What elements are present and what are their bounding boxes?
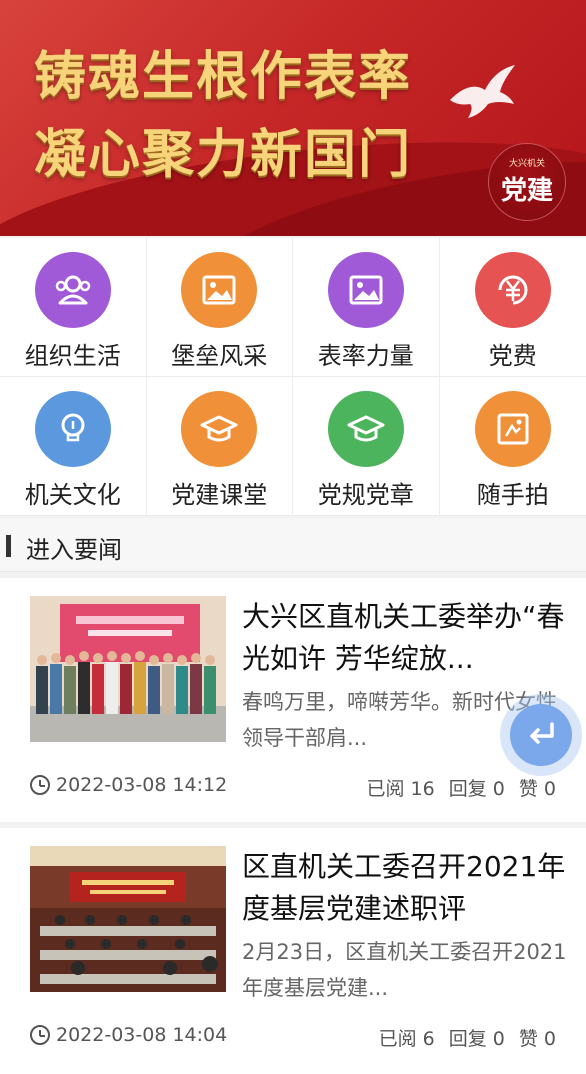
grid-item-party-dues[interactable]: 党费 — [439, 238, 586, 377]
category-grid: 组织生活 堡垒风采 表率力量 党费 机关文化 党建课堂 党规党章 随手拍 — [0, 238, 586, 516]
grid-item-organ-culture[interactable]: 机关文化 — [0, 377, 147, 516]
read-count: 已阅 6 — [378, 1028, 435, 1050]
grid-item-label: 组织生活 — [24, 342, 121, 370]
grid-item-snapshot[interactable]: 随手拍 — [439, 377, 586, 516]
emblem-main-text: 党建 — [500, 176, 553, 206]
news-thumbnail[interactable] — [30, 846, 226, 992]
grid-item-fortress-style[interactable]: 堡垒风采 — [146, 238, 293, 377]
news-time-text: 2022-03-08 14:04 — [56, 1024, 228, 1046]
news-headline[interactable]: 大兴区直机关工委举办“春光如许 芳华绽放... — [242, 596, 572, 680]
news-item[interactable]: 大兴区直机关工委举办“春光如许 芳华绽放... 春鸣万里，啼啭芳华。新时代女性领… — [0, 578, 586, 822]
grid-item-label: 随手拍 — [476, 481, 549, 509]
read-count: 已阅 16 — [366, 778, 435, 800]
news-headline[interactable]: 区直机关工委召开2021年度基层党建述职评 — [242, 846, 572, 930]
news-timestamp: 2022-03-08 14:12 — [30, 774, 227, 796]
like-count: 赞 0 — [518, 1028, 556, 1050]
news-time-text: 2022-03-08 14:12 — [56, 774, 228, 796]
section-title: 进入要闻 — [26, 536, 122, 564]
party-emblem-logo: 大兴机关 党建 — [488, 143, 566, 221]
dove-icon — [450, 65, 515, 118]
graduation-cap-icon — [181, 391, 258, 467]
photo-frame-icon — [474, 391, 551, 467]
reply-count: 回复 0 — [448, 778, 505, 800]
image-icon — [181, 252, 258, 328]
grid-item-label: 党费 — [488, 342, 537, 370]
news-stats: 已阅 6 回复 0 赞 0 — [379, 1024, 556, 1051]
news-item[interactable]: 区直机关工委召开2021年度基层党建述职评 2月23日，区直机关工委召开2021… — [0, 828, 586, 1074]
grid-item-label: 表率力量 — [317, 342, 414, 370]
return-arrow-icon — [530, 722, 554, 744]
news-thumbnail[interactable] — [30, 596, 226, 742]
grid-item-organization-life[interactable]: 组织生活 — [0, 238, 147, 377]
grid-item-party-rules[interactable]: 党规党章 — [293, 377, 440, 516]
yen-icon — [474, 252, 551, 328]
news-timestamp: 2022-03-08 14:04 — [30, 1024, 227, 1046]
clock-icon — [30, 1025, 50, 1045]
top-banner[interactable]: 铸魂生根作表率 凝心聚力新国门 大兴机关 党建 — [0, 0, 586, 236]
bulb-icon — [34, 391, 111, 467]
grid-item-label: 机关文化 — [24, 481, 121, 509]
grid-item-party-class[interactable]: 党建课堂 — [146, 377, 293, 516]
grid-item-label: 党规党章 — [317, 481, 414, 509]
news-summary: 2月23日，区直机关工委召开2021年度基层党建... — [242, 940, 567, 1000]
people-icon — [34, 252, 111, 328]
like-count: 赞 0 — [518, 778, 556, 800]
clock-icon — [30, 775, 50, 795]
reply-count: 回复 0 — [448, 1028, 505, 1050]
return-button[interactable] — [510, 704, 572, 766]
section-marker — [6, 535, 11, 557]
section-header: 进入要闻 — [0, 518, 586, 572]
image-icon — [327, 252, 404, 328]
emblem-top-text: 大兴机关 — [508, 159, 545, 169]
news-stats: 已阅 16 回复 0 赞 0 — [367, 774, 557, 801]
grid-item-label: 党建课堂 — [171, 481, 268, 509]
graduation-cap-icon — [327, 391, 404, 467]
grid-item-label: 堡垒风采 — [171, 342, 268, 370]
grid-item-exemplary-power[interactable]: 表率力量 — [293, 238, 440, 377]
banner-slogan-line1: 铸魂生根作表率 — [34, 46, 413, 107]
banner-slogan-line2: 凝心聚力新国门 — [34, 124, 413, 185]
